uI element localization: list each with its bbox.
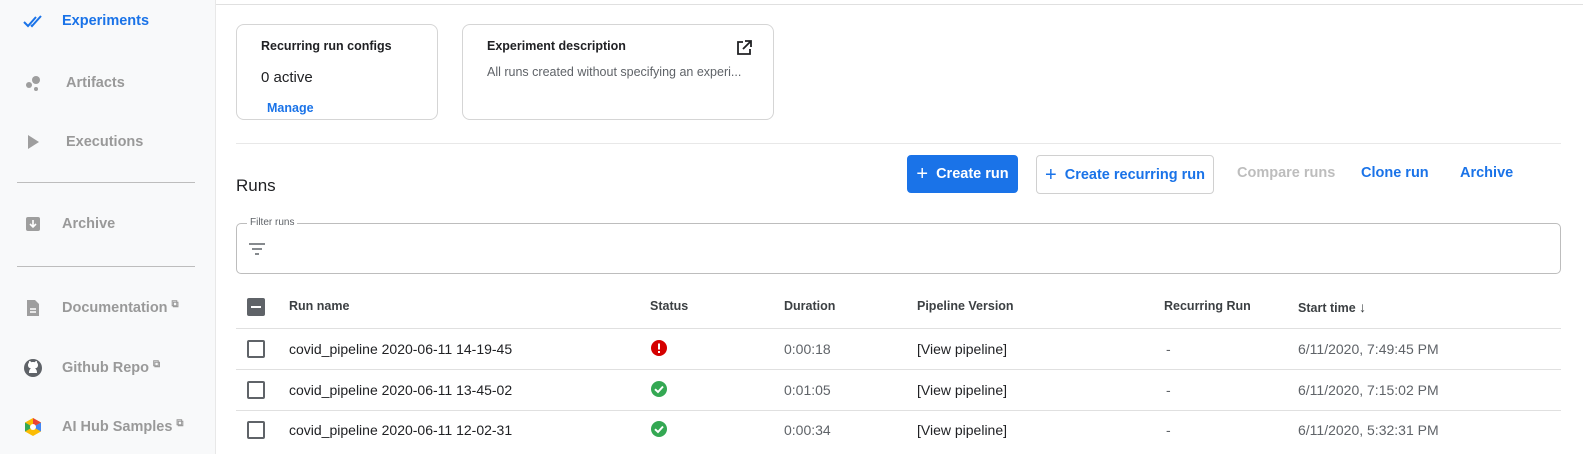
column-header-recurring-run[interactable]: Recurring Run xyxy=(1164,299,1251,313)
table-divider xyxy=(236,328,1561,329)
success-check-icon xyxy=(651,381,667,397)
start-time-label: Start time xyxy=(1298,301,1356,315)
experiment-description-card: Experiment description All runs created … xyxy=(462,24,774,120)
nav-executions-label: Executions xyxy=(66,134,144,150)
run-duration: 0:00:18 xyxy=(784,341,831,357)
artifacts-bubbles-icon xyxy=(22,72,44,94)
archive-box-icon xyxy=(22,213,44,235)
card-title: Recurring run configs xyxy=(261,39,392,53)
run-name-link[interactable]: covid_pipeline 2020-06-11 14-19-45 xyxy=(289,341,512,357)
sidebar-divider xyxy=(17,266,195,267)
row-checkbox[interactable] xyxy=(247,421,265,439)
ai-hub-icon xyxy=(22,416,44,438)
column-header-run-name[interactable]: Run name xyxy=(289,299,349,313)
external-link-icon: ⧉ xyxy=(153,359,161,370)
run-start-time: 6/11/2020, 7:15:02 PM xyxy=(1298,382,1439,398)
card-title: Experiment description xyxy=(487,39,626,53)
run-name-link[interactable]: covid_pipeline 2020-06-11 12-02-31 xyxy=(289,422,512,438)
sort-arrow-down-icon: ↓ xyxy=(1359,299,1367,315)
error-icon xyxy=(651,340,667,356)
create-run-label: Create run xyxy=(936,166,1009,182)
view-pipeline-link[interactable]: [View pipeline] xyxy=(917,422,1007,438)
nav-experiments[interactable]: Experiments xyxy=(0,1,216,41)
create-run-button[interactable]: + Create run xyxy=(907,155,1018,193)
recurring-run-value: - xyxy=(1166,341,1171,357)
clone-run-button[interactable]: Clone run xyxy=(1361,165,1429,181)
row-checkbox[interactable] xyxy=(247,340,265,358)
nav-github-text: Github Repo xyxy=(62,360,149,376)
column-header-status[interactable]: Status xyxy=(650,299,688,313)
row-divider xyxy=(236,410,1561,411)
runs-heading: Runs xyxy=(236,176,276,195)
nav-artifacts[interactable]: Artifacts xyxy=(0,63,216,103)
success-check-icon xyxy=(651,421,667,437)
nav-documentation-text: Documentation xyxy=(62,300,168,316)
double-check-icon xyxy=(22,10,44,32)
sidebar-divider xyxy=(17,182,195,183)
create-recurring-run-label: Create recurring run xyxy=(1064,166,1205,183)
nav-documentation[interactable]: Documentation ⧉ xyxy=(0,288,216,328)
recurring-run-configs-card: Recurring run configs 0 active Manage xyxy=(236,24,438,120)
column-header-duration[interactable]: Duration xyxy=(784,299,835,313)
nav-github-label: Github Repo ⧉ xyxy=(62,359,161,376)
compare-runs-button[interactable]: Compare runs xyxy=(1237,165,1335,181)
plus-icon: + xyxy=(916,163,929,185)
run-name-link[interactable]: covid_pipeline 2020-06-11 13-45-02 xyxy=(289,382,512,398)
run-duration: 0:01:05 xyxy=(784,382,831,398)
top-divider xyxy=(216,4,1583,5)
open-in-new-icon[interactable] xyxy=(735,39,753,57)
view-pipeline-link[interactable]: [View pipeline] xyxy=(917,382,1007,398)
run-duration: 0:00:34 xyxy=(784,422,831,438)
view-pipeline-link[interactable]: [View pipeline] xyxy=(917,341,1007,357)
manage-link[interactable]: Manage xyxy=(267,101,314,115)
nav-ai-hub[interactable]: AI Hub Samples ⧉ xyxy=(0,407,216,447)
filter-runs-label: Filter runs xyxy=(247,217,298,228)
row-checkbox[interactable] xyxy=(247,381,265,399)
nav-experiments-label: Experiments xyxy=(62,13,150,29)
external-link-icon: ⧉ xyxy=(171,299,179,310)
nav-documentation-label: Documentation ⧉ xyxy=(62,299,179,316)
nav-github[interactable]: Github Repo ⧉ xyxy=(0,348,216,388)
plus-icon: + xyxy=(1045,163,1057,186)
column-header-pipeline-version[interactable]: Pipeline Version xyxy=(917,299,1014,313)
column-header-start-time[interactable]: Start time ↓ xyxy=(1298,299,1366,315)
filter-runs-input[interactable]: Filter runs xyxy=(236,217,1561,274)
nav-archive-label: Archive xyxy=(62,216,116,232)
main-content: Recurring run configs 0 active Manage Ex… xyxy=(216,0,1583,454)
row-divider xyxy=(236,369,1561,370)
nav-archive[interactable]: Archive xyxy=(0,204,216,244)
run-start-time: 6/11/2020, 5:32:31 PM xyxy=(1298,422,1439,438)
sidebar: Experiments Artifacts Executions Archive… xyxy=(0,0,216,454)
nav-ai-hub-label: AI Hub Samples ⧉ xyxy=(62,418,184,435)
experiment-description: All runs created without specifying an e… xyxy=(487,65,742,79)
section-divider xyxy=(236,143,1561,144)
archive-button[interactable]: Archive xyxy=(1460,165,1513,181)
select-all-checkbox[interactable] xyxy=(247,298,265,316)
nav-ai-hub-text: AI Hub Samples xyxy=(62,419,173,435)
nav-artifacts-label: Artifacts xyxy=(66,75,125,91)
run-start-time: 6/11/2020, 7:49:45 PM xyxy=(1298,341,1439,357)
active-count: 0 active xyxy=(261,69,313,86)
filter-icon[interactable] xyxy=(248,242,266,256)
play-icon xyxy=(22,131,44,153)
document-icon xyxy=(22,297,44,319)
github-icon xyxy=(22,357,44,379)
nav-executions[interactable]: Executions xyxy=(0,122,216,162)
recurring-run-value: - xyxy=(1166,382,1171,398)
external-link-icon: ⧉ xyxy=(176,418,184,429)
recurring-run-value: - xyxy=(1166,422,1171,438)
create-recurring-run-button[interactable]: + Create recurring run xyxy=(1036,155,1214,194)
